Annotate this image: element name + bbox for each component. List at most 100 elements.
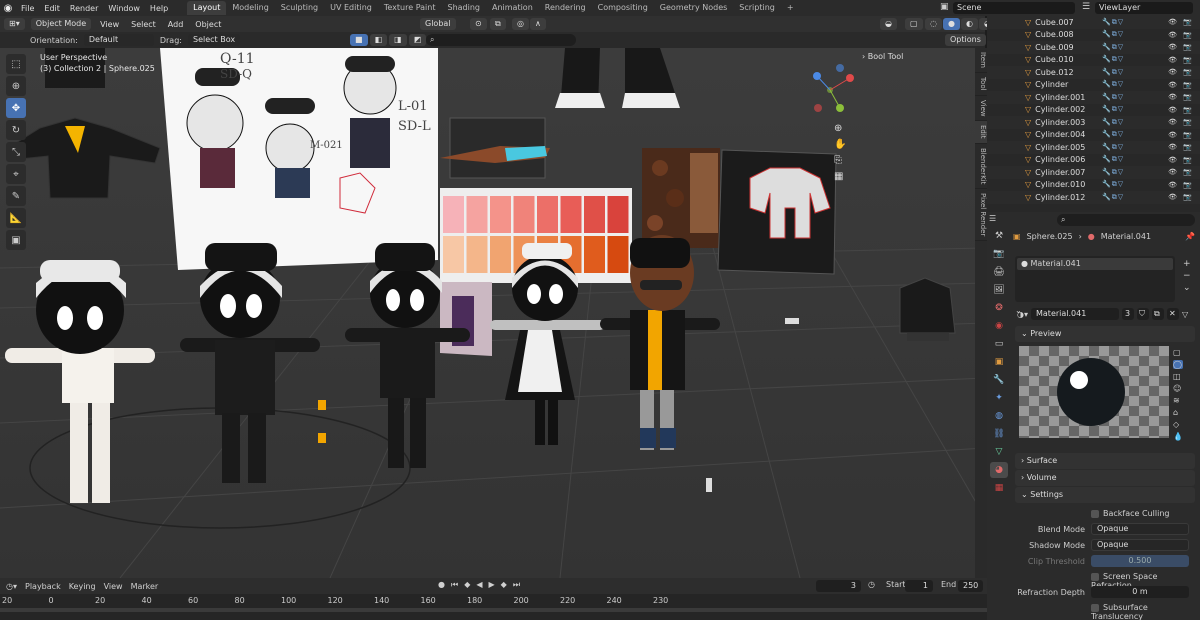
hair-preview-icon[interactable]: ≋ bbox=[1173, 396, 1183, 405]
select-extend-icon[interactable]: ◧ bbox=[369, 34, 388, 46]
outliner-row[interactable]: ▽ Cylinder.010 🔧⧉▽ 👁 📷 bbox=[987, 179, 1200, 192]
menu-render[interactable]: Render bbox=[65, 4, 103, 13]
timeline-scrollbar[interactable] bbox=[0, 608, 987, 612]
blend-mode-dropdown[interactable]: Opaque bbox=[1091, 523, 1189, 535]
flat-preview-icon[interactable]: ▢ bbox=[1173, 348, 1183, 357]
menu-window[interactable]: Window bbox=[103, 4, 145, 13]
visibility-icons[interactable]: 👁 📷 bbox=[1168, 118, 1194, 126]
menu-playback[interactable]: Playback bbox=[25, 582, 61, 591]
material-slot-list[interactable]: ● Material.041 bbox=[1015, 256, 1175, 302]
sword-mesh[interactable] bbox=[440, 117, 550, 179]
small-mesh[interactable] bbox=[785, 318, 799, 324]
visibility-icons[interactable]: 👁 📷 bbox=[1168, 93, 1194, 101]
proportional-icon[interactable]: ◎ bbox=[512, 18, 529, 30]
visibility-icons[interactable]: 👁 📷 bbox=[1168, 106, 1194, 114]
pin-icon[interactable]: 📌 bbox=[1185, 232, 1195, 241]
shadow-mode-dropdown[interactable]: Opaque bbox=[1091, 539, 1189, 551]
clock-icon[interactable]: ◷▾ bbox=[6, 582, 17, 591]
end-frame-field[interactable]: 250 bbox=[958, 580, 983, 592]
constraints-tab-icon[interactable]: ⛓ bbox=[990, 426, 1008, 442]
add-workspace-button[interactable]: + bbox=[781, 1, 800, 15]
outliner-row[interactable]: ▽ Cylinder 🔧⧉▽ 👁 📷 bbox=[987, 79, 1200, 92]
tab-compositing[interactable]: Compositing bbox=[592, 1, 654, 15]
particles-tab-icon[interactable]: ✦ bbox=[990, 390, 1008, 406]
unlink-icon[interactable]: ✕ bbox=[1167, 308, 1179, 320]
measure-tool-icon[interactable]: 📐 bbox=[6, 208, 26, 228]
visibility-icons[interactable]: 👁 📷 bbox=[1168, 181, 1194, 189]
pivot-icon[interactable]: ⊙ bbox=[470, 18, 487, 30]
backface-culling-checkbox[interactable]: Backface Culling bbox=[1091, 509, 1169, 518]
view-layer-tab-icon[interactable]: 🖼 bbox=[990, 282, 1008, 298]
visibility-icons[interactable]: 👁 📷 bbox=[1168, 168, 1194, 176]
current-frame-field[interactable]: 3 bbox=[816, 580, 861, 592]
object-tab-icon[interactable]: ▣ bbox=[990, 354, 1008, 370]
fluid-preview-icon[interactable]: 💧 bbox=[1173, 432, 1183, 441]
sphere-preview-icon[interactable]: ◯ bbox=[1173, 360, 1183, 369]
tab-layout[interactable]: Layout bbox=[187, 1, 227, 15]
outliner-row[interactable]: ▽ Cylinder.002 🔧⧉▽ 👁 📷 bbox=[987, 104, 1200, 117]
refraction-depth-field[interactable]: 0 m bbox=[1091, 586, 1189, 598]
overlay-icon[interactable]: ◒ bbox=[880, 18, 897, 30]
search-input[interactable]: ⌕ bbox=[426, 34, 576, 46]
outliner-row[interactable]: ▽ Cube.010 🔧⧉▽ 👁 📷 bbox=[987, 54, 1200, 67]
tab-modeling[interactable]: Modeling bbox=[226, 1, 274, 15]
tab-texture-paint[interactable]: Texture Paint bbox=[378, 1, 442, 15]
tab-sculpting[interactable]: Sculpting bbox=[275, 1, 324, 15]
visibility-icons[interactable]: 👁 📷 bbox=[1168, 43, 1194, 51]
modifier-tab-icon[interactable]: 🔧 bbox=[990, 372, 1008, 388]
remove-slot-button[interactable]: − bbox=[1183, 270, 1191, 282]
menu-keying[interactable]: Keying bbox=[69, 582, 96, 591]
xray-icon[interactable]: ▢ bbox=[905, 18, 923, 30]
slot-menu-icon[interactable]: ⌄ bbox=[1183, 282, 1191, 294]
jump-end-icon[interactable]: ⏭ bbox=[513, 580, 520, 590]
clip-threshold-slider[interactable]: 0.500 bbox=[1091, 555, 1189, 567]
material-tab-icon[interactable]: ◕ bbox=[990, 462, 1008, 478]
collection-tab-icon[interactable]: ▭ bbox=[990, 336, 1008, 352]
user-count[interactable]: 3 bbox=[1122, 308, 1134, 320]
outliner-row[interactable]: ▽ Cube.009 🔧⧉▽ 👁 📷 bbox=[987, 41, 1200, 54]
outliner-row[interactable]: ▽ Cylinder.006 🔧⧉▽ 👁 📷 bbox=[987, 154, 1200, 167]
rotate-tool-icon[interactable]: ↻ bbox=[6, 120, 26, 140]
tab-uv-editing[interactable]: UV Editing bbox=[324, 1, 378, 15]
play-icon[interactable]: ▶ bbox=[489, 580, 495, 590]
tab-pixel-render[interactable]: Pixel Render bbox=[975, 189, 987, 242]
select-tool-icon[interactable]: ⬚ bbox=[6, 54, 26, 74]
scene-tab-icon[interactable]: ❂ bbox=[990, 300, 1008, 316]
outliner-row[interactable]: ▽ Cylinder.001 🔧⧉▽ 👁 📷 bbox=[987, 91, 1200, 104]
visibility-icons[interactable]: 👁 📷 bbox=[1168, 31, 1194, 39]
scene-selector[interactable]: Scene bbox=[953, 2, 1075, 14]
visibility-icons[interactable]: 👁 📷 bbox=[1168, 68, 1194, 76]
settings-panel-header[interactable]: ⌄ Settings bbox=[1015, 487, 1195, 503]
reference-screenshot[interactable] bbox=[717, 149, 837, 275]
visibility-icons[interactable]: 👁 📷 bbox=[1168, 131, 1194, 139]
camera-icon[interactable]: ⎘ bbox=[834, 155, 848, 171]
timeline[interactable]: 20 0 20 40 60 80 100 120 140 160 180 200 220 240 230 bbox=[0, 594, 987, 620]
small-mesh[interactable] bbox=[706, 478, 712, 492]
material-shading-icon[interactable]: ◐ bbox=[960, 18, 978, 30]
physics-tab-icon[interactable]: ◍ bbox=[990, 408, 1008, 424]
data-tab-icon[interactable]: ▽ bbox=[990, 444, 1008, 460]
menu-object[interactable]: Object bbox=[192, 20, 224, 29]
world-tab-icon[interactable]: ◉ bbox=[990, 318, 1008, 334]
annotate-tool-icon[interactable]: ✎ bbox=[6, 186, 26, 206]
tab-shading[interactable]: Shading bbox=[441, 1, 486, 15]
output-tab-icon[interactable]: 🖨 bbox=[990, 264, 1008, 280]
cursor-tool-icon[interactable]: ⊕ bbox=[6, 76, 26, 96]
transform-orientation-selector[interactable]: Global bbox=[420, 18, 456, 30]
menu-file[interactable]: File bbox=[16, 4, 39, 13]
menu-view[interactable]: View bbox=[97, 20, 122, 29]
tab-geometry-nodes[interactable]: Geometry Nodes bbox=[654, 1, 733, 15]
select-subtract-icon[interactable]: ◨ bbox=[389, 34, 407, 46]
duplicate-icon[interactable]: ⧉ bbox=[1152, 308, 1164, 320]
visibility-icons[interactable]: 👁 📷 bbox=[1168, 81, 1194, 89]
outliner-row[interactable]: ▽ Cube.008 🔧⧉▽ 👁 📷 bbox=[987, 29, 1200, 42]
tab-tool[interactable]: Tool bbox=[975, 73, 987, 96]
menu-view[interactable]: View bbox=[104, 582, 123, 591]
tab-rendering[interactable]: Rendering bbox=[539, 1, 592, 15]
editor-type-button[interactable]: ⊞▾ bbox=[4, 18, 25, 30]
outliner-row[interactable]: ▽ Cylinder.012 🔧⧉▽ 👁 📷 bbox=[987, 191, 1200, 204]
menu-help[interactable]: Help bbox=[145, 4, 173, 13]
tool-tab-icon[interactable]: ⚒ bbox=[990, 228, 1008, 244]
reference-sheet[interactable] bbox=[160, 48, 438, 270]
editor-type-icon[interactable]: ☰ bbox=[989, 214, 1009, 226]
